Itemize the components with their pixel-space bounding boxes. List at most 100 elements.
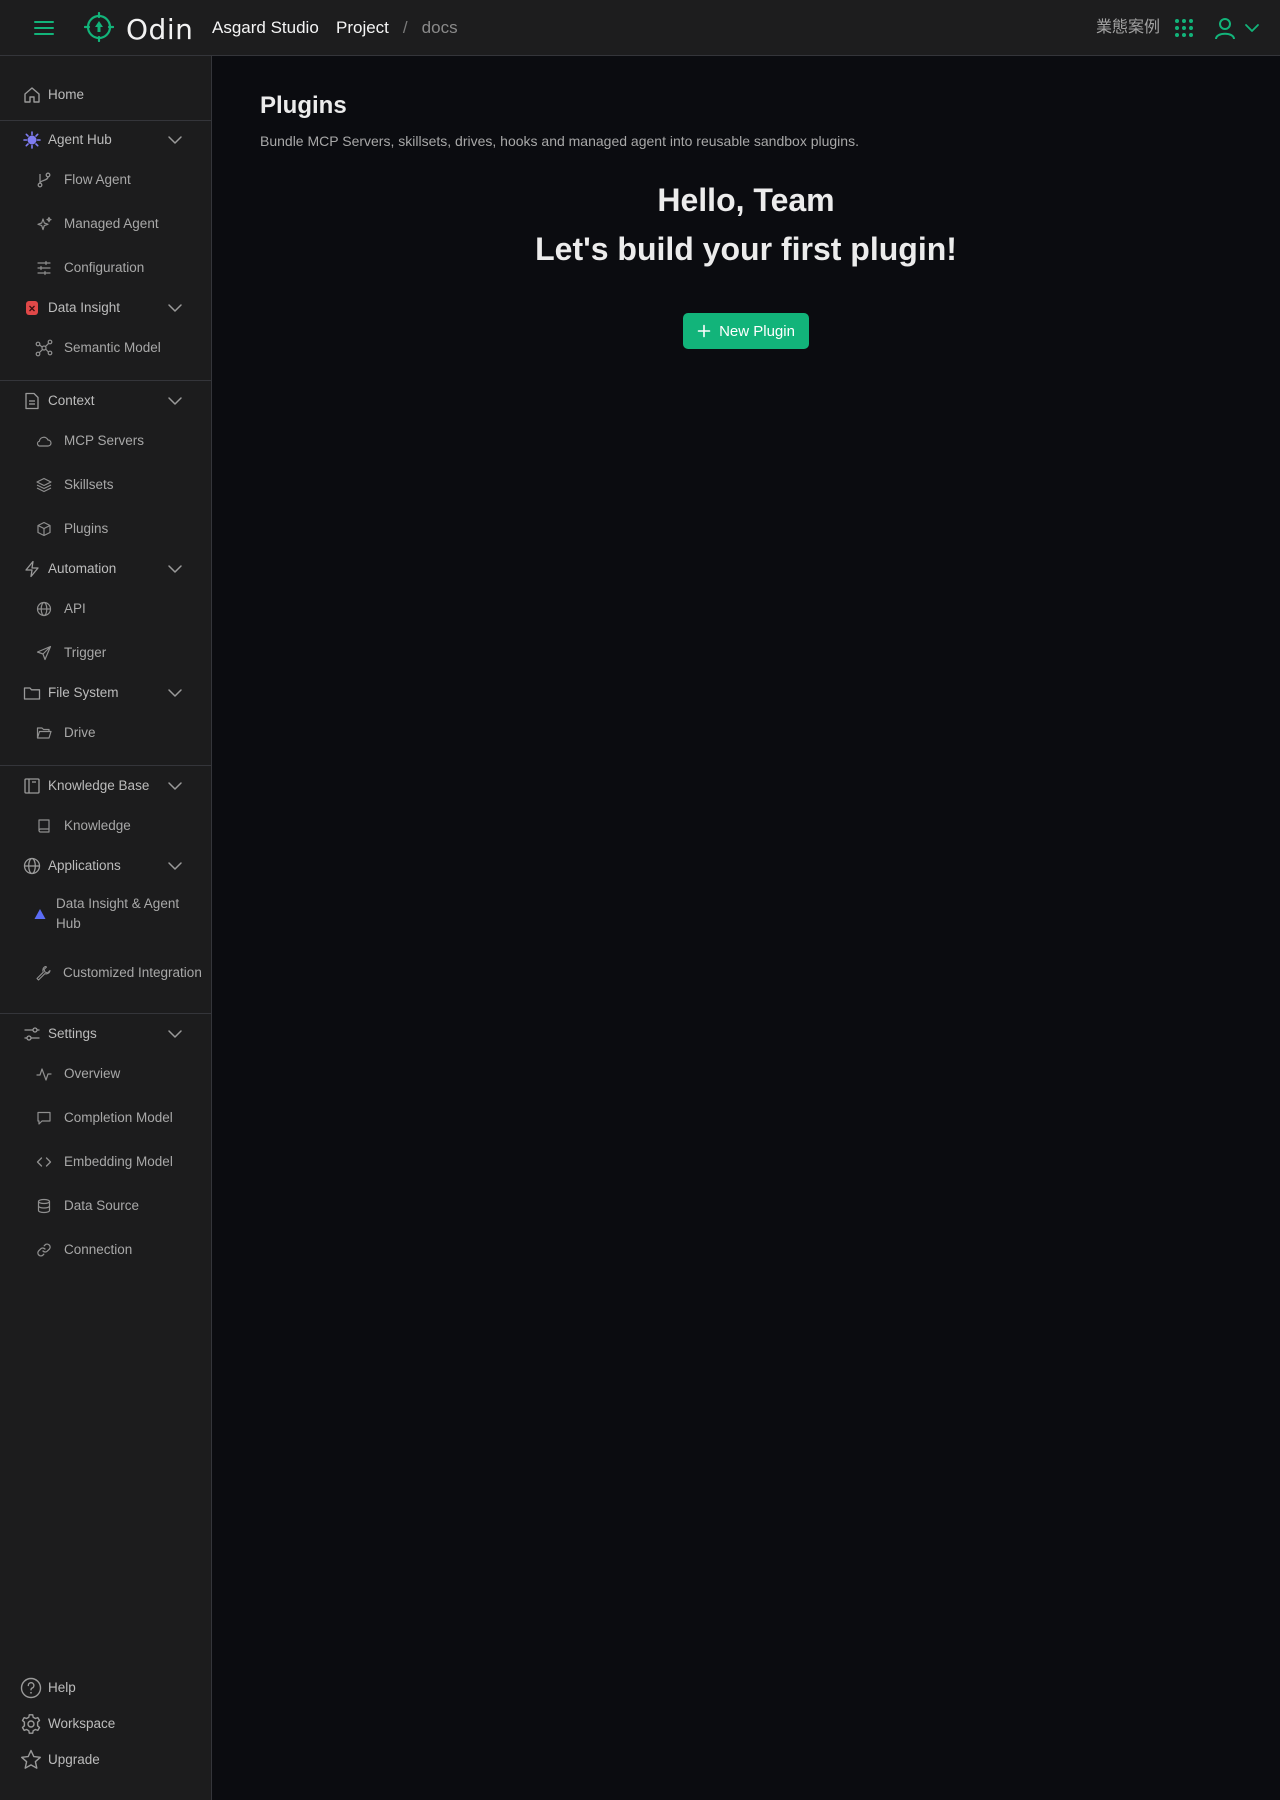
sidebar-group-knowledge-base[interactable]: Knowledge Base xyxy=(0,769,211,803)
lightning-icon xyxy=(22,559,42,579)
box-icon xyxy=(35,520,53,538)
chevron-down-icon[interactable] xyxy=(166,392,184,410)
sidebar-item-semantic-model[interactable]: Semantic Model xyxy=(0,331,211,365)
library-book-icon xyxy=(22,776,42,796)
page-description: Bundle MCP Servers, skillsets, drives, h… xyxy=(260,133,859,149)
sidebar-item-api[interactable]: API xyxy=(0,592,211,626)
chevron-down-icon[interactable] xyxy=(166,684,184,702)
sidebar-item-data-source[interactable]: Data Source xyxy=(0,1189,211,1223)
logo-text: Odin xyxy=(126,12,194,46)
sidebar-item-label: Data Insight xyxy=(48,300,121,315)
sidebar-item-embedding-model[interactable]: Embedding Model xyxy=(0,1145,211,1179)
sidebar-item-label: Skillsets xyxy=(64,477,114,492)
chevron-down-icon[interactable] xyxy=(166,299,184,317)
sidebar-group-data-insight[interactable]: Data Insight xyxy=(0,291,211,325)
sidebar-item-connection[interactable]: Connection xyxy=(0,1233,211,1267)
sidebar-item-label: Flow Agent xyxy=(64,172,131,187)
sidebar-item-workspace[interactable]: Workspace xyxy=(0,1707,211,1741)
sidebar-item-overview[interactable]: Overview xyxy=(0,1057,211,1091)
top-bar: Odin Asgard Studio Project / docs 業態案例 xyxy=(0,0,1280,56)
breadcrumb-current: docs xyxy=(421,18,458,37)
layers-icon xyxy=(35,476,53,494)
sidebar-item-completion-model[interactable]: Completion Model xyxy=(0,1101,211,1135)
sidebar-item-help[interactable]: Help xyxy=(0,1671,211,1705)
folder-open-icon xyxy=(35,724,53,742)
sidebar-item-managed-agent[interactable]: Managed Agent xyxy=(0,207,211,241)
sidebar-item-home[interactable]: Home xyxy=(0,78,211,112)
sidebar-item-skillsets[interactable]: Skillsets xyxy=(0,468,211,502)
sidebar-divider xyxy=(0,1013,211,1014)
triangle-app-icon xyxy=(31,905,49,923)
chevron-down-icon[interactable] xyxy=(166,560,184,578)
sidebar-item-label: Upgrade xyxy=(48,1752,100,1767)
sidebar-item-label: Plugins xyxy=(64,521,109,536)
git-branch-icon xyxy=(35,171,53,189)
sidebar-divider xyxy=(0,120,211,121)
sidebar-item-customized-integration[interactable]: Customized Integration xyxy=(0,949,211,997)
greeting-heading: Hello, Team xyxy=(657,182,835,218)
sidebar-item-label: Drive xyxy=(64,725,96,740)
sidebar-item-label: Knowledge xyxy=(64,818,131,833)
sliders-icon xyxy=(35,259,53,277)
sidebar-item-knowledge[interactable]: Knowledge xyxy=(0,809,211,843)
send-icon xyxy=(35,644,53,662)
database-icon xyxy=(35,1197,53,1215)
sparkles-icon xyxy=(35,215,53,233)
logo-icon xyxy=(83,11,115,47)
sidebar-group-file-system[interactable]: File System xyxy=(0,676,211,710)
sidebar-item-label: Knowledge Base xyxy=(48,778,150,793)
business-cases-link[interactable]: 業態案例 xyxy=(1096,18,1160,38)
document-icon xyxy=(22,391,42,411)
sidebar-item-label: MCP Servers xyxy=(64,433,145,448)
sidebar-group-automation[interactable]: Automation xyxy=(0,552,211,586)
message-square-icon xyxy=(35,1109,53,1127)
sidebar-item-drive[interactable]: Drive xyxy=(0,716,211,750)
sidebar-item-label: Home xyxy=(48,87,85,102)
breadcrumb-separator: / xyxy=(402,18,408,37)
user-icon[interactable] xyxy=(1212,15,1238,41)
sidebar-group-agent-hub[interactable]: Agent Hub xyxy=(0,123,211,157)
gear-icon xyxy=(20,1713,42,1735)
network-nodes-icon xyxy=(35,339,53,357)
new-plugin-button[interactable]: New Plugin xyxy=(683,313,809,349)
home-icon xyxy=(22,85,42,105)
chevron-down-icon[interactable] xyxy=(166,777,184,795)
sidebar-group-context[interactable]: Context xyxy=(0,384,211,418)
data-insight-icon xyxy=(22,298,42,318)
sidebar-item-label: Customized Integration xyxy=(63,965,202,980)
sidebar-item-label: Configuration xyxy=(64,260,145,275)
organization-name[interactable]: Asgard Studio xyxy=(212,18,319,38)
apps-grid-icon[interactable] xyxy=(1174,18,1194,38)
sidebar-item-plugins[interactable]: Plugins xyxy=(0,512,211,546)
sidebar-group-settings[interactable]: Settings xyxy=(0,1017,211,1051)
sidebar-item-label: Completion Model xyxy=(64,1110,173,1125)
cloud-icon xyxy=(35,432,53,450)
menu-icon[interactable] xyxy=(32,17,56,39)
sidebar-item-label: Help xyxy=(48,1680,76,1695)
chevron-down-icon[interactable] xyxy=(166,1025,184,1043)
sidebar-item-label: Applications xyxy=(48,858,121,873)
sidebar-item-configuration[interactable]: Configuration xyxy=(0,251,211,285)
sidebar-item-label: Agent Hub xyxy=(48,132,112,147)
sidebar-item-flow-agent[interactable]: Flow Agent xyxy=(0,163,211,197)
wrench-icon xyxy=(34,964,52,982)
sidebar-item-trigger[interactable]: Trigger xyxy=(0,636,211,670)
sidebar-item-label: Automation xyxy=(48,561,117,576)
sidebar-item-label: Data Source xyxy=(64,1198,140,1213)
sidebar-item-label: Settings xyxy=(48,1026,97,1041)
chevron-down-icon[interactable] xyxy=(166,131,184,149)
logo[interactable]: Odin xyxy=(83,11,194,47)
breadcrumb-project[interactable]: Project xyxy=(336,18,389,38)
sidebar-divider xyxy=(0,765,211,766)
sidebar-item-label: File System xyxy=(48,685,119,700)
sidebar-item-mcp-servers[interactable]: MCP Servers xyxy=(0,424,211,458)
sidebar-item-label: Overview xyxy=(64,1066,121,1081)
globe-icon xyxy=(35,600,53,618)
empty-state-heading: Let's build your first plugin! xyxy=(535,231,957,267)
sidebar-item-upgrade[interactable]: Upgrade xyxy=(0,1743,211,1777)
sidebar-item-label: Semantic Model xyxy=(64,340,161,355)
chevron-down-icon[interactable] xyxy=(166,857,184,875)
sidebar-item-data-insight-agent-hub[interactable]: Data Insight & Agent Hub xyxy=(0,890,211,938)
user-menu-chevron-down-icon[interactable] xyxy=(1244,20,1260,36)
sidebar-group-applications[interactable]: Applications xyxy=(0,849,211,883)
